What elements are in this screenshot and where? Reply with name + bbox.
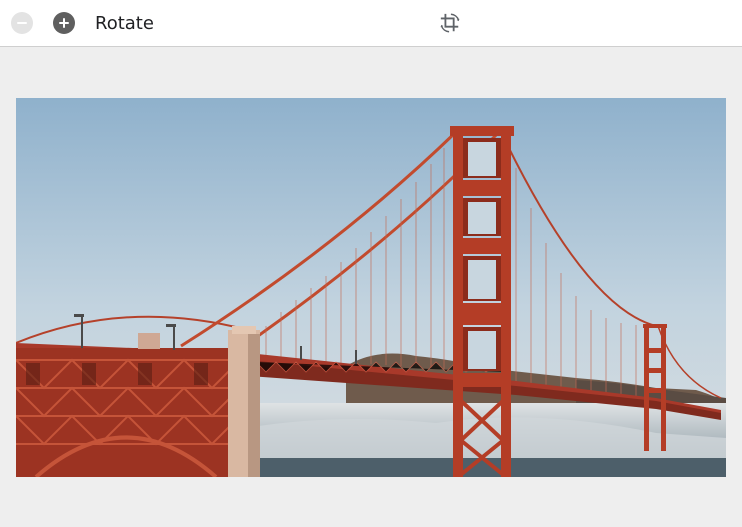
toolbar: Rotate xyxy=(0,0,742,47)
zoom-out-button[interactable] xyxy=(11,12,33,34)
page-title: Rotate xyxy=(95,13,154,34)
minus-icon xyxy=(17,22,27,24)
crop-rotate-icon xyxy=(440,13,460,33)
rotate-button[interactable] xyxy=(439,12,461,34)
image-canvas[interactable] xyxy=(16,98,726,477)
bridge-photo xyxy=(16,98,726,477)
zoom-in-button[interactable] xyxy=(53,12,75,34)
